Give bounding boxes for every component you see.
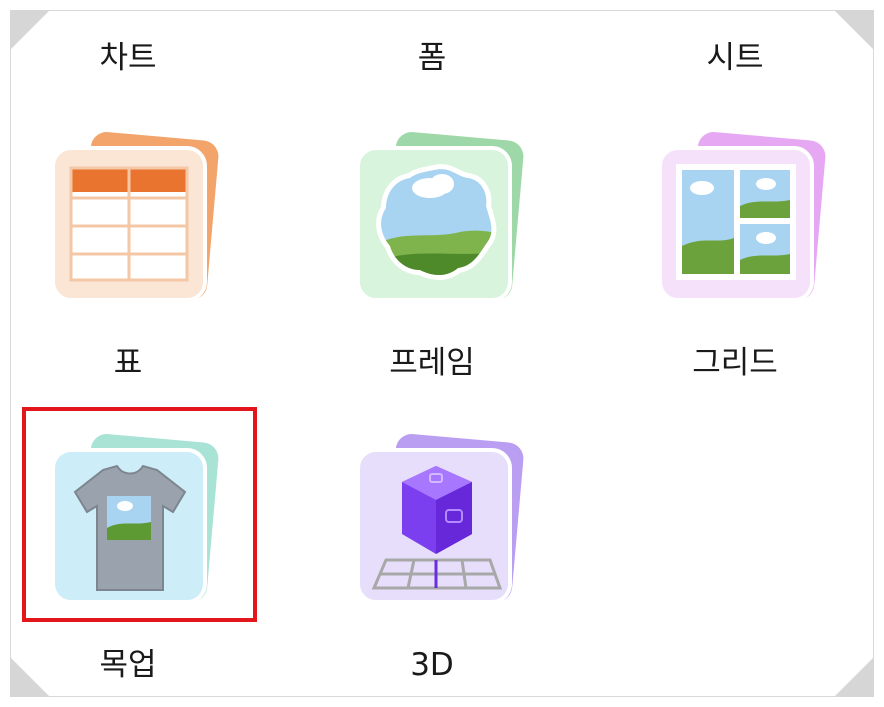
table-icon: [51, 132, 219, 302]
item-label-frame[interactable]: 프레임: [312, 343, 552, 383]
item-label-chart[interactable]: 차트: [8, 38, 248, 78]
item-label-grid[interactable]: 그리드: [615, 343, 855, 383]
item-label-form[interactable]: 폼: [312, 38, 552, 78]
selection-highlight: [22, 407, 257, 622]
corner-decoration: [834, 657, 874, 697]
grid-icon: [658, 132, 826, 302]
grid-tile[interactable]: [652, 128, 832, 308]
item-label-3d[interactable]: 3D: [312, 645, 552, 685]
table-tile[interactable]: [45, 128, 225, 308]
frame-icon: [356, 132, 524, 302]
cube-3d-icon: [356, 434, 524, 604]
item-label-mockup[interactable]: 목업: [8, 645, 248, 685]
frame-tile[interactable]: [350, 128, 530, 308]
item-label-sheet[interactable]: 시트: [615, 38, 855, 78]
cube-3d-tile[interactable]: [350, 430, 530, 610]
item-label-table[interactable]: 표: [8, 343, 248, 383]
